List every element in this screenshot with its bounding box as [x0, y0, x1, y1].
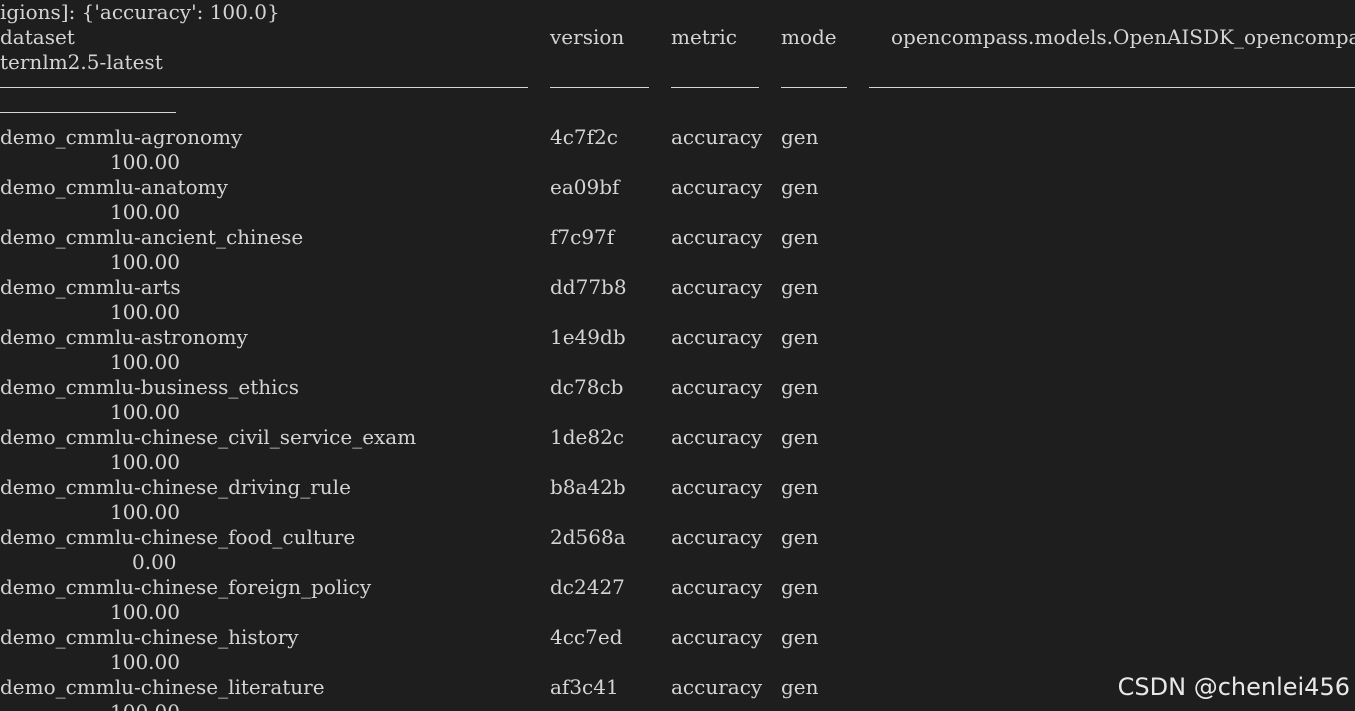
- cell-version: dc78cb: [550, 375, 624, 399]
- cell-dataset: demo_cmmlu-anatomy: [0, 175, 228, 199]
- cell-dataset: demo_cmmlu-chinese_civil_service_exam: [0, 425, 417, 449]
- cell-metric: accuracy: [671, 375, 763, 399]
- cell-mode: gen: [781, 675, 819, 699]
- watermark: CSDN @chenlei456: [1117, 673, 1350, 701]
- cell-metric: accuracy: [671, 525, 763, 549]
- cell-version: 2d568a: [550, 525, 626, 549]
- header-model-wrap: ternlm2.5-latest: [0, 50, 163, 74]
- separator-dataset: [0, 87, 528, 88]
- cell-version: dc2427: [550, 575, 625, 599]
- cell-dataset: demo_cmmlu-chinese_foreign_policy: [0, 575, 372, 599]
- cell-dataset: demo_cmmlu-business_ethics: [0, 375, 300, 399]
- cell-version: 4c7f2c: [550, 125, 618, 149]
- cell-dataset: demo_cmmlu-chinese_history: [0, 625, 299, 649]
- header-model: opencompass.models.OpenAISDK_opencompass…: [891, 25, 1355, 49]
- cell-dataset: demo_cmmlu-arts: [0, 275, 181, 299]
- cell-metric: accuracy: [671, 575, 763, 599]
- separator-metric: [671, 87, 759, 88]
- cell-version: af3c41: [550, 675, 619, 699]
- table-header-wrap: ternlm2.5-latest: [0, 50, 163, 75]
- header-mode: mode: [781, 25, 837, 49]
- cell-mode: gen: [781, 125, 819, 149]
- separator-mode: [781, 87, 847, 88]
- cell-score: 100.00: [110, 650, 180, 674]
- cell-score: 100.00: [110, 500, 180, 524]
- header-version: version: [550, 25, 625, 49]
- cell-score: 100.00: [110, 450, 180, 474]
- terminal-window: igions]: {'accuracy': 100.0} dataset ver…: [0, 0, 1355, 711]
- cell-dataset: demo_cmmlu-ancient_chinese: [0, 225, 304, 249]
- separator-model: [869, 87, 1355, 88]
- cell-score: 0.00: [132, 550, 177, 574]
- log-line: igions]: {'accuracy': 100.0}: [0, 0, 280, 25]
- cell-score: 100.00: [110, 250, 180, 274]
- log-text: igions]: {'accuracy': 100.0}: [0, 0, 280, 24]
- cell-dataset: demo_cmmlu-chinese_food_culture: [0, 525, 356, 549]
- cell-score: 100.00: [110, 150, 180, 174]
- cell-mode: gen: [781, 325, 819, 349]
- cell-metric: accuracy: [671, 275, 763, 299]
- header-metric: metric: [671, 25, 737, 49]
- cell-mode: gen: [781, 575, 819, 599]
- cell-version: f7c97f: [550, 225, 615, 249]
- cell-score: 100.00: [110, 400, 180, 424]
- cell-metric: accuracy: [671, 325, 763, 349]
- cell-metric: accuracy: [671, 125, 763, 149]
- cell-metric: accuracy: [671, 675, 763, 699]
- cell-score: 100.00: [110, 350, 180, 374]
- cell-mode: gen: [781, 625, 819, 649]
- cell-mode: gen: [781, 175, 819, 199]
- cell-metric: accuracy: [671, 225, 763, 249]
- header-separator: [0, 75, 1355, 100]
- cell-dataset: demo_cmmlu-astronomy: [0, 325, 248, 349]
- cell-metric: accuracy: [671, 625, 763, 649]
- cell-version: dd77b8: [550, 275, 627, 299]
- cell-version: 1de82c: [550, 425, 625, 449]
- cell-score: 100.00: [110, 200, 180, 224]
- cell-version: b8a42b: [550, 475, 626, 499]
- cell-version: 1e49db: [550, 325, 626, 349]
- cell-mode: gen: [781, 475, 819, 499]
- cell-score: 100.00: [110, 300, 180, 324]
- cell-score: 100.00: [110, 700, 180, 711]
- cell-dataset: demo_cmmlu-agronomy: [0, 125, 243, 149]
- cell-metric: accuracy: [671, 475, 763, 499]
- separator-model-wrap: [0, 112, 176, 113]
- cell-mode: gen: [781, 275, 819, 299]
- cell-metric: accuracy: [671, 425, 763, 449]
- cell-version: 4cc7ed: [550, 625, 623, 649]
- cell-mode: gen: [781, 225, 819, 249]
- cell-mode: gen: [781, 525, 819, 549]
- cell-metric: accuracy: [671, 175, 763, 199]
- separator-version: [550, 87, 649, 88]
- cell-version: ea09bf: [550, 175, 620, 199]
- cell-mode: gen: [781, 375, 819, 399]
- cell-dataset: demo_cmmlu-chinese_driving_rule: [0, 475, 351, 499]
- table-header: dataset version metric mode opencompass.…: [0, 25, 1355, 50]
- header-separator-wrap: [0, 100, 1355, 125]
- cell-score: 100.00: [110, 600, 180, 624]
- cell-mode: gen: [781, 425, 819, 449]
- cell-dataset: demo_cmmlu-chinese_literature: [0, 675, 325, 699]
- header-dataset: dataset: [0, 25, 75, 49]
